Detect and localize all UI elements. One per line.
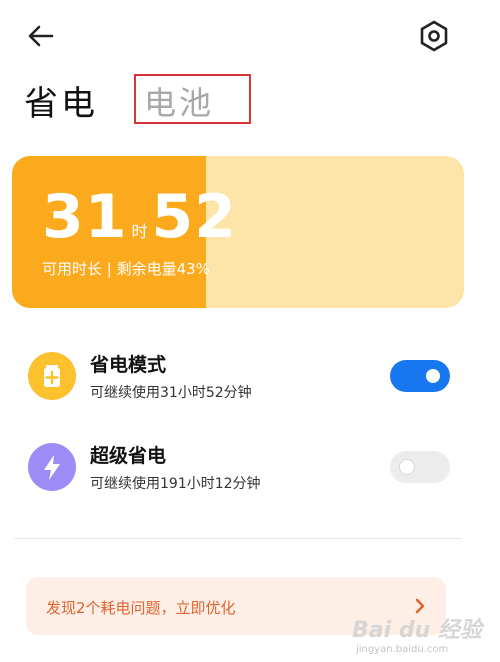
back-button[interactable] <box>24 20 60 52</box>
mode-icon-badge <box>28 352 76 400</box>
mode-row-power-saving[interactable]: 省电模式 可继续使用31小时52分钟 <box>0 344 500 414</box>
hexagon-gear-icon <box>420 20 448 52</box>
power-saving-toggle[interactable] <box>390 360 450 392</box>
watermark-url: jingyan.baidu.com <box>356 644 449 655</box>
mode-title: 超级省电 <box>90 445 167 467</box>
remaining-hours: 31 <box>42 182 128 252</box>
mode-title: 省电模式 <box>90 354 167 376</box>
minutes-unit: 分 <box>245 222 262 241</box>
issue-text: 发现2个耗电问题，立即优化 <box>46 599 236 617</box>
mode-subtitle: 可继续使用191小时12分钟 <box>90 476 261 492</box>
mode-icon-badge <box>28 443 76 491</box>
top-bar <box>0 0 500 70</box>
baidu-jingyan-watermark: Bai du 经验 jingyan.baidu.com <box>352 612 492 658</box>
settings-button[interactable] <box>416 18 452 54</box>
battery-plus-icon <box>44 365 60 387</box>
remaining-minutes: 52 <box>151 182 238 252</box>
hours-unit: 时 <box>131 222 148 241</box>
toggle-knob <box>400 460 414 474</box>
section-divider <box>14 538 462 539</box>
super-saving-toggle[interactable] <box>390 451 450 483</box>
lightning-bolt-icon <box>44 455 60 480</box>
watermark-logo-text: Bai du 经验 <box>352 618 482 643</box>
battery-subtitle: 可用时长 | 剩余电量43% <box>42 260 210 278</box>
tab-power-saving[interactable]: 省电 <box>24 76 98 125</box>
remaining-time: 31 时52 分 <box>42 182 261 252</box>
mode-row-super-saving[interactable]: 超级省电 可继续使用191小时12分钟 <box>0 435 500 505</box>
page-tabs: 省电 电池 <box>22 72 322 126</box>
toggle-knob <box>426 369 440 383</box>
battery-status-card: 31 时52 分 可用时长 | 剩余电量43% <box>12 156 464 308</box>
mode-subtitle: 可继续使用31小时52分钟 <box>90 385 252 401</box>
tab-battery[interactable]: 电池 <box>134 74 251 124</box>
arrow-left-icon <box>28 25 54 47</box>
